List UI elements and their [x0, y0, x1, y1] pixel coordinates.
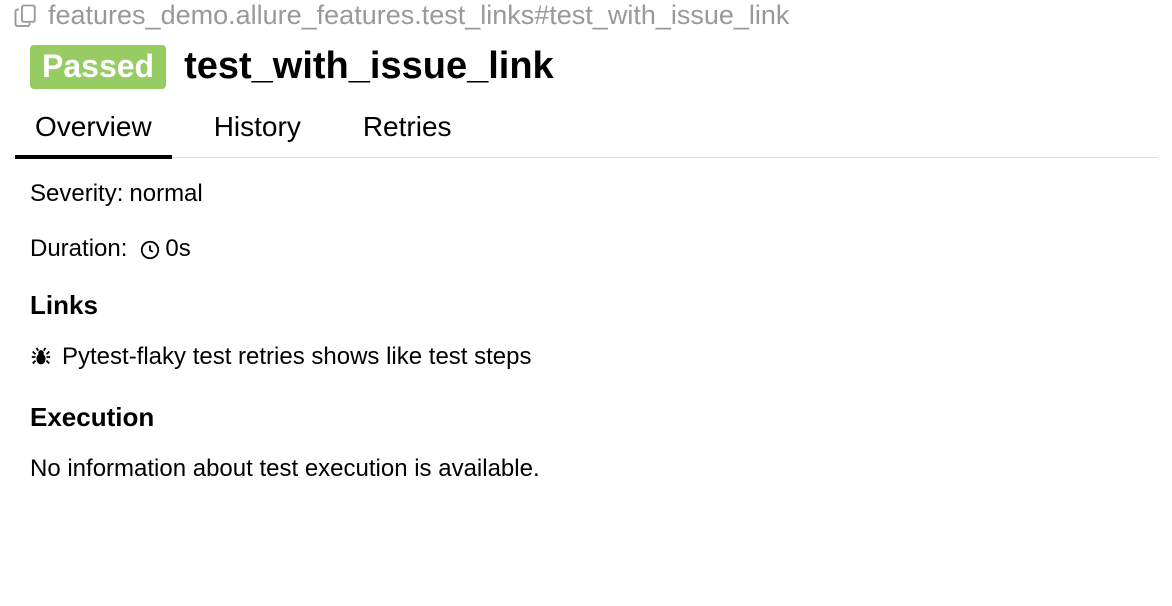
test-title: test_with_issue_link [184, 46, 554, 88]
status-badge: Passed [30, 45, 166, 89]
severity-label: Severity [30, 180, 123, 209]
severity-value: normal [129, 180, 202, 209]
issue-link-item: Pytest-flaky test retries shows like tes… [30, 343, 1142, 372]
severity-row: Severity normal [30, 180, 1142, 209]
clock-icon [139, 239, 161, 261]
execution-empty-text: No information about test execution is a… [30, 455, 1142, 484]
tabs: Overview History Retries [15, 99, 1157, 158]
tab-history[interactable]: History [194, 105, 321, 157]
duration-row: Duration 0s [30, 235, 1142, 264]
tab-overview[interactable]: Overview [15, 105, 172, 159]
execution-heading: Execution [30, 402, 1142, 433]
copy-icon[interactable] [12, 2, 40, 30]
links-list: Pytest-flaky test retries shows like tes… [30, 343, 1142, 372]
test-full-name-text: features_demo.allure_features.test_links… [48, 0, 789, 31]
links-heading: Links [30, 290, 1142, 321]
duration-value: 0s [165, 235, 190, 264]
duration-label: Duration [30, 235, 127, 264]
bug-icon [30, 346, 52, 368]
tab-retries[interactable]: Retries [343, 105, 472, 157]
issue-link-text[interactable]: Pytest-flaky test retries shows like tes… [62, 343, 532, 372]
test-full-name: features_demo.allure_features.test_links… [0, 0, 1172, 37]
